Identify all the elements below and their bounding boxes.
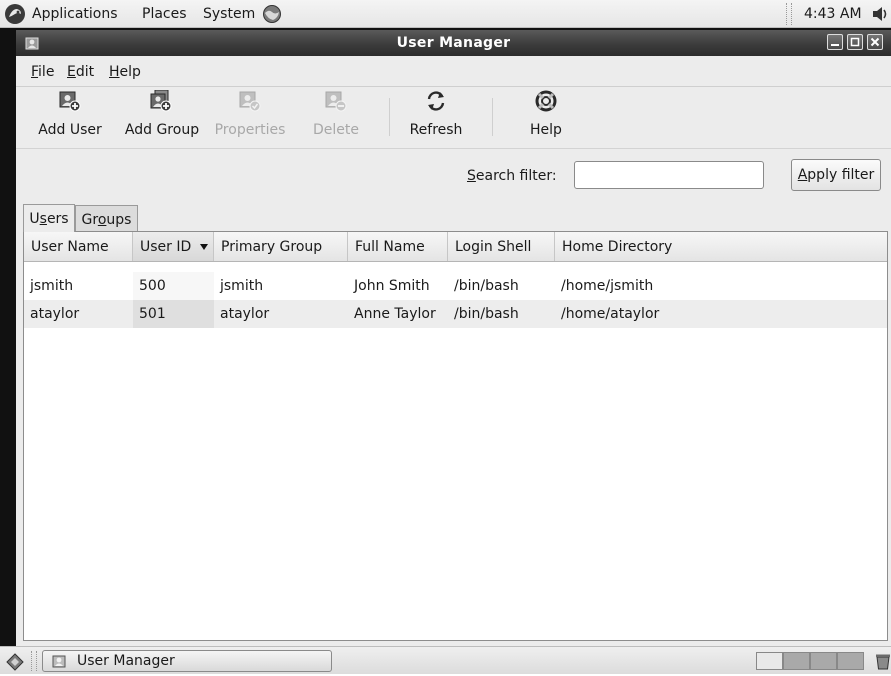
minimize-button[interactable] [827,34,843,50]
toolbar-separator [389,98,390,136]
cell-login-shell: /bin/bash [454,306,519,322]
cell-user-id: 501 [139,306,166,322]
top-panel: Applications Places System 4:43 AM [0,0,891,28]
search-filter-label-rest: earch filter: [475,168,557,184]
workspace-1[interactable] [756,652,783,670]
column-header-user-id-label: User ID [140,239,192,255]
delete-button[interactable]: Delete [306,88,366,148]
menu-help[interactable]: Help [109,64,141,80]
column-header-user-id[interactable]: User ID [133,232,214,261]
users-table: User Name User ID Primary Group Full Nam… [23,231,888,641]
properties-button[interactable]: Properties [210,88,290,148]
add-user-icon [59,90,81,112]
apply-filter-button[interactable]: Apply filter [791,159,881,191]
refresh-icon [425,90,447,112]
panel-separator [786,3,792,25]
add-user-label: Add User [38,122,102,138]
cell-home-directory: /home/jsmith [561,278,654,294]
column-header-user-name[interactable]: User Name [24,232,133,261]
toolbar-separator [492,98,493,136]
panel-separator [31,651,37,671]
table-row[interactable]: jsmith 500 jsmith John Smith /bin/bash /… [24,272,887,300]
column-header-login-shell[interactable]: Login Shell [448,232,555,261]
add-group-label: Add Group [124,122,200,138]
help-lifebuoy-icon [535,90,557,112]
column-header-full-name[interactable]: Full Name [348,232,448,261]
cell-full-name: John Smith [354,278,430,294]
column-header-primary-group[interactable]: Primary Group [214,232,348,261]
menu-file[interactable]: File [31,64,54,80]
show-desktop-icon[interactable] [4,650,26,672]
menu-help-label: elp [119,64,141,80]
workspace-4[interactable] [837,652,864,670]
toolbar-divider [16,148,891,149]
cell-primary-group: jsmith [220,278,264,294]
menu-edit[interactable]: Edit [67,64,94,80]
window-title: User Manager [396,35,511,51]
panel-menu-places[interactable]: Places [142,6,187,22]
apply-filter-label-rest: pply filter [807,167,875,183]
cell-home-directory: /home/ataylor [561,306,660,322]
table-header: User Name User ID Primary Group Full Nam… [24,232,887,262]
properties-label: Properties [214,122,286,138]
menu-file-label: ile [38,64,55,80]
search-filter-input[interactable] [574,161,764,189]
workspace-2[interactable] [783,652,810,670]
panel-menu-system[interactable]: System [203,6,255,22]
bottom-panel: User Manager [0,646,891,674]
sort-descending-icon [199,244,208,250]
help-button[interactable]: Help [516,88,576,148]
trash-icon[interactable] [874,652,891,670]
menu-edit-label: dit [75,64,95,80]
properties-icon [239,90,261,112]
delete-user-icon [325,90,347,112]
search-filter-label: Search filter: [467,168,557,184]
tab-groups[interactable]: Groups [75,205,138,231]
delete-label: Delete [313,122,359,138]
cell-user-name: ataylor [30,306,80,322]
add-user-button[interactable]: Add User [30,88,110,148]
maximize-button[interactable] [847,34,863,50]
clock[interactable]: 4:43 AM [804,6,862,22]
cell-login-shell: /bin/bash [454,278,519,294]
add-group-icon [150,89,172,112]
panel-menu-applications[interactable]: Applications [32,6,118,22]
window-titlebar[interactable]: User Manager [16,30,891,56]
volume-icon[interactable] [871,5,891,23]
help-label: Help [530,122,562,138]
window-client-area: File Edit Help Add User Add Group Proper… [16,56,891,646]
column-header-home-directory[interactable]: Home Directory [555,232,887,261]
cell-user-name: jsmith [30,278,74,294]
menubar-divider [16,86,891,87]
refresh-button[interactable]: Refresh [396,88,476,148]
distro-logo-icon[interactable] [4,3,26,25]
menubar: File Edit Help [16,56,891,86]
close-button[interactable] [867,34,883,50]
tab-users[interactable]: Users [23,204,75,232]
web-browser-icon[interactable] [262,4,282,24]
cell-user-id: 500 [139,278,166,294]
table-row[interactable]: ataylor 501 ataylor Anne Taylor /bin/bas… [24,300,887,328]
taskbar-button-label: User Manager [77,653,175,669]
add-group-button[interactable]: Add Group [119,88,205,148]
cell-full-name: Anne Taylor [354,306,436,322]
window-app-icon [51,653,67,669]
cell-primary-group: ataylor [220,306,270,322]
taskbar-button-user-manager[interactable]: User Manager [42,650,332,672]
workspace-3[interactable] [810,652,837,670]
refresh-label: Refresh [409,122,463,138]
toolbar: Add User Add Group Properties Delete Ref… [16,88,891,148]
